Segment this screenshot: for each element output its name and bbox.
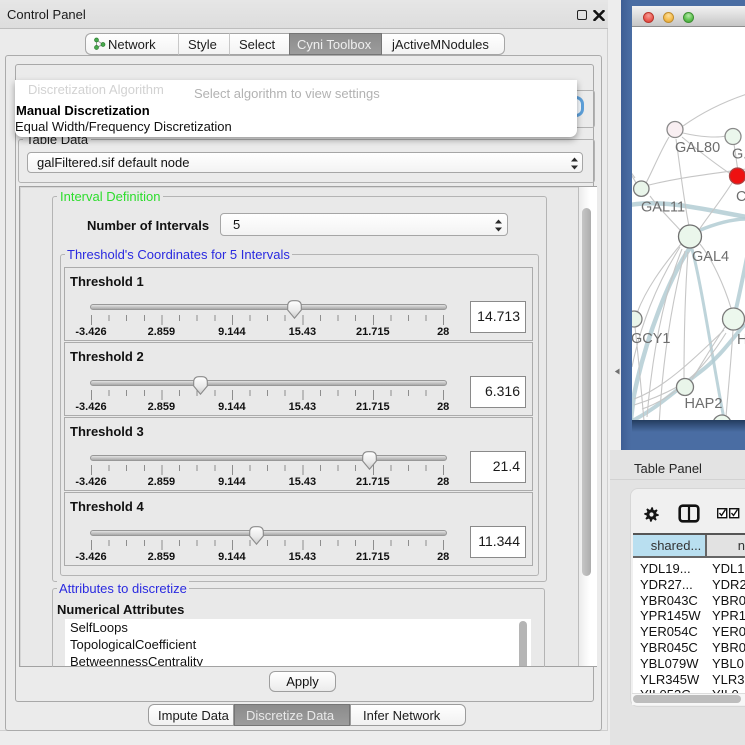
svg-text:HAP2: HAP2 bbox=[685, 396, 723, 412]
svg-text:GAL80: GAL80 bbox=[675, 140, 720, 156]
svg-text:GAL4: GAL4 bbox=[692, 249, 729, 265]
svg-text:GAL11: GAL11 bbox=[641, 200, 685, 216]
svg-text:G.: G. bbox=[732, 147, 745, 163]
svg-text:GCY1: GCY1 bbox=[632, 331, 671, 347]
svg-text:C: C bbox=[736, 189, 745, 205]
svg-text:H: H bbox=[737, 332, 745, 348]
